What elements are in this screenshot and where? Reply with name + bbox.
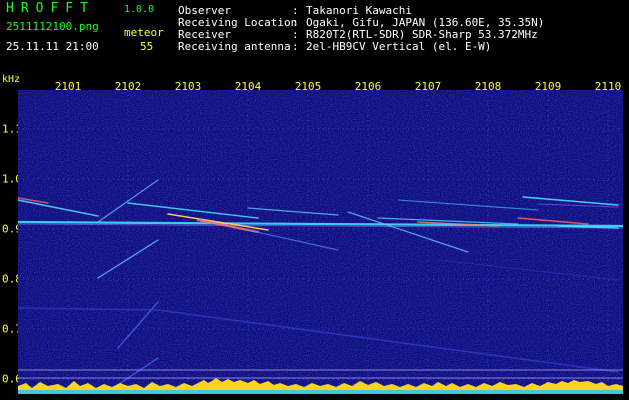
header-panel: HROFFT 1.0.0 2511112100.png 25.11.11 21:… <box>0 0 629 72</box>
detection-label: meteor <box>124 26 164 39</box>
detection-count: 55 <box>140 40 154 53</box>
app-brand: HROFFT <box>6 1 95 16</box>
antenna-label: Receiving antenna <box>178 40 291 53</box>
y-axis-unit: kHz <box>2 74 21 85</box>
noise-texture <box>18 90 623 394</box>
app-version: 1.0.0 <box>124 4 155 15</box>
date-time: 25.11.11 21:00 <box>6 40 99 53</box>
file-name: 2511112100.png <box>6 20 99 33</box>
antenna-colon: : <box>292 40 299 53</box>
antenna-value: 2el-HB9CV Vertical (el. E-W) <box>306 40 492 53</box>
baseline-strip <box>18 390 623 394</box>
spectrogram-plot <box>18 90 623 394</box>
